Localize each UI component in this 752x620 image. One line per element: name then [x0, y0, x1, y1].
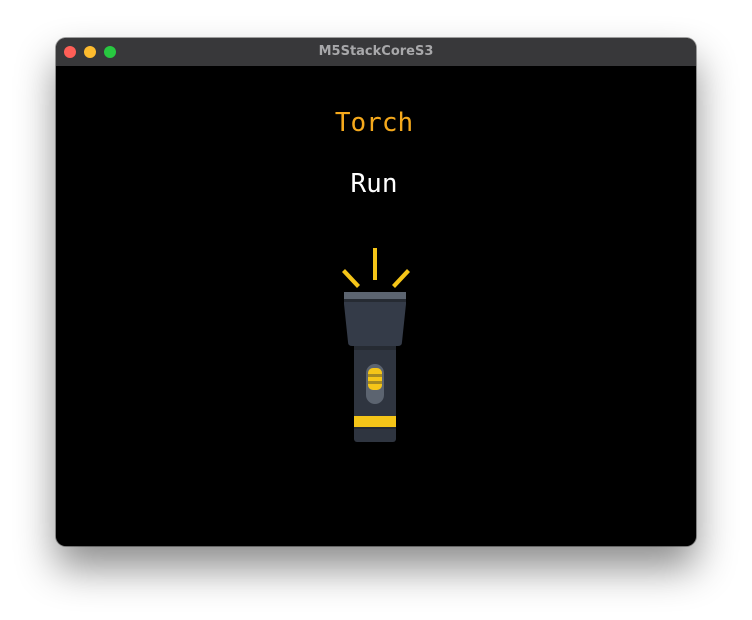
flashlight-icon[interactable]	[338, 248, 414, 444]
light-rays-icon	[342, 248, 410, 288]
app-window: M5StackCoreS3 Torch Run	[56, 38, 696, 546]
flashlight-body	[344, 292, 406, 442]
title-bar[interactable]: M5StackCoreS3	[56, 38, 696, 67]
app-title: Torch	[334, 108, 414, 138]
window-title: M5StackCoreS3	[318, 44, 434, 59]
torch-status: Run	[350, 169, 398, 199]
device-screen[interactable]: Torch Run	[56, 66, 696, 546]
